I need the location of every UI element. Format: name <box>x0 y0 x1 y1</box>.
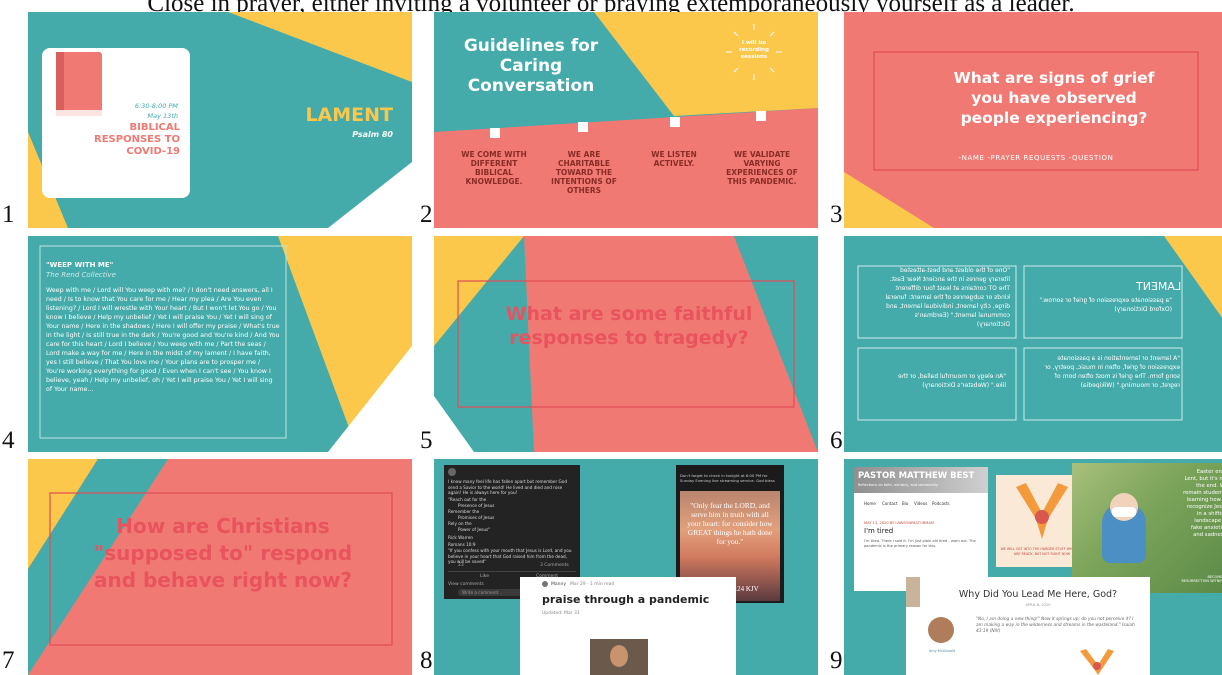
author-photo <box>928 617 954 643</box>
verse-post-caption: Don't forget to check in tonight at 6:00… <box>680 473 775 483</box>
pastor-blog-card: PASTOR MATTHEW BEST Reflections on faith… <box>854 467 988 591</box>
slide-4-artist: The Rend Collective <box>46 271 116 279</box>
slide-9-thumbnail[interactable]: PASTOR MATTHEW BEST Reflections on faith… <box>844 459 1222 675</box>
guideline-1: WE COME WITH DIFFERENT BIBLICAL KNOWLEDG… <box>461 150 527 186</box>
post-text-3: Presence of Jesus <box>458 503 495 508</box>
slide-1-lament: LAMENT <box>305 104 393 126</box>
pastor-subtitle: Reflections on faith, ministry, and comm… <box>858 483 938 487</box>
slide-2-number: 2 <box>420 201 433 228</box>
hands-mini-icon <box>1080 649 1114 675</box>
slide-6-thumbnail[interactable]: "One of the oldest and best-attested lit… <box>844 236 1222 452</box>
why-body: "No, I am doing a new thing!" Now it spr… <box>976 617 1135 634</box>
post-title: I'm tired <box>864 527 894 535</box>
slide-2-thumbnail[interactable]: Guidelines for Caring Conversation I wil… <box>434 12 818 228</box>
slide-5-number: 5 <box>420 427 433 454</box>
bullet-square-4 <box>756 111 766 121</box>
slide-1-psalm: Psalm 80 <box>352 130 393 139</box>
blog-author-avatar <box>542 581 548 587</box>
why-side-image <box>906 577 920 607</box>
post-body: I'm tired. There I said it. I'm just pla… <box>864 539 976 548</box>
blog-updated: Updated: Mar 31 <box>542 611 580 616</box>
slide-6-lament-heading: LAMENT <box>1136 280 1182 293</box>
blog-title: praise through a pandemic <box>542 593 710 606</box>
slide-5-thumbnail[interactable]: What are some faithful responses to trag… <box>434 236 818 452</box>
comment-count: 3 Comments <box>540 563 569 568</box>
slide-3-question: What are signs of grief you have observe… <box>953 69 1155 127</box>
slide-6-box-1: "One of the oldest and best-attested lit… <box>885 267 1010 328</box>
guideline-2: WE ARE CHARITABLE TOWARD THE INTENTIONS … <box>551 150 617 195</box>
why-date: APRIL 6, 2020 <box>1025 603 1051 607</box>
guideline-4: WE VALIDATE VARYING EXPERIENCES OF THIS … <box>726 150 798 186</box>
slide-7-question: How are Christians "supposed to" respond… <box>93 514 353 592</box>
nav-videos[interactable]: Videos <box>914 501 927 506</box>
post-text-9: Romans 10:9 <box>448 542 476 547</box>
easter-image-card: Easter ends Lent, but it's not the end. … <box>1072 463 1222 593</box>
why-post-card: Why Did You Lead Me Here, God? APRIL 6, … <box>906 577 1150 675</box>
slide-8-thumbnail[interactable]: I know many feel life has fallen apart b… <box>434 459 818 675</box>
easter-text: Easter ends Lent, but it's not the end. … <box>1183 469 1222 538</box>
post-divider <box>448 571 576 572</box>
nav-bio[interactable]: Bio <box>902 501 908 506</box>
post-date: MAY 13, 2020 BY LAWSONPASTORMAM <box>864 521 934 525</box>
post-text-6: Rely on the <box>448 521 472 526</box>
reaction-count: 23 <box>458 563 464 568</box>
blog-video-thumbnail[interactable] <box>590 639 648 675</box>
nav-contact[interactable]: Contact <box>882 501 898 506</box>
bullet-square-1 <box>490 128 500 138</box>
slide-4-number: 4 <box>2 427 15 454</box>
view-comments-link[interactable]: View comments <box>448 582 484 587</box>
slide-6-number: 6 <box>830 427 843 454</box>
slide-7-number: 7 <box>2 647 15 674</box>
slide-8-number: 8 <box>420 647 433 674</box>
guideline-3: WE LISTEN ACTIVELY. <box>651 150 697 168</box>
blog-meta: Mar 29 · 1 min read <box>570 582 615 587</box>
slide-4-song-title: "WEEP WITH ME" <box>46 261 114 269</box>
book-icon <box>56 52 102 116</box>
post-avatar <box>448 468 456 476</box>
bullet-square-2 <box>578 122 588 132</box>
slide-3-thumbnail[interactable]: What are signs of grief you have observe… <box>844 12 1222 228</box>
slide-7-thumbnail[interactable]: How are Christians "supposed to" respond… <box>28 459 412 675</box>
post-text-4: Remember the <box>448 509 480 514</box>
slide-1-time: 6:30-8:00 PM <box>134 102 178 110</box>
slide-1-thumbnail[interactable]: 6:30-8:00 PM May 13th BIBLICAL RESPONSES… <box>28 12 412 228</box>
slide-6-box-4: "A lament or lamentation is a passionate… <box>1044 355 1180 389</box>
post-text-1: I know many feel life has fallen apart b… <box>448 479 568 495</box>
face-mask <box>1112 507 1136 517</box>
post-text-2: "Reach out for the <box>448 497 487 502</box>
verse-text: "Only fear the LORD, and serve him in tr… <box>687 501 773 546</box>
blog-author: Manny <box>551 582 567 587</box>
easter-caption: BECOME A RESURRECTION WITNESS <box>1181 575 1222 583</box>
slide-1-date: May 13th <box>147 112 178 120</box>
why-author: Amy McDonald <box>928 649 956 653</box>
slide-6-box-3: "An elegy or mournful ballad, or the lik… <box>898 373 1006 389</box>
slide-1-title: BIBLICAL RESPONSES TO COVID-19 <box>94 122 180 157</box>
slide-4-thumbnail[interactable]: "WEEP WITH ME" The Rend Collective Weep … <box>28 236 412 452</box>
pastor-name: PASTOR MATTHEW BEST <box>858 471 975 481</box>
post-text-8: Rick Warren <box>448 535 474 540</box>
slide-3-subtitle: -NAME -PRAYER REQUESTS -QUESTION <box>958 154 1114 162</box>
slide-2-sun-text: I will be recording sessions <box>739 40 769 60</box>
slide-1-number: 1 <box>2 201 15 228</box>
slide-2-title: Guidelines for Caring Conversation <box>463 36 599 96</box>
bullet-square-3 <box>670 117 680 127</box>
slide-5-question: What are some faithful responses to trag… <box>505 303 753 349</box>
blog-post-card: Manny Mar 29 · 1 min read praise through… <box>520 577 736 675</box>
slide-6-box-2: "a passionate expression of grief or sor… <box>1039 297 1172 313</box>
like-button[interactable]: Like <box>480 574 489 579</box>
slide-3-number: 3 <box>830 201 843 228</box>
comment-placeholder: Write a comment... <box>462 590 503 595</box>
post-text-7: Power of Jesus" <box>458 527 491 532</box>
nav-home[interactable]: Home <box>864 501 876 506</box>
slide-4-lyrics: Weep with me / Lord will You weep with m… <box>46 287 280 393</box>
slide-9-number: 9 <box>830 647 843 674</box>
person-head-shape <box>610 645 628 667</box>
why-title: Why Did You Lead Me Here, God? <box>958 589 1118 600</box>
nav-podcasts[interactable]: Podcasts <box>932 501 950 506</box>
post-text-5: Promises of Jesus <box>458 515 495 520</box>
